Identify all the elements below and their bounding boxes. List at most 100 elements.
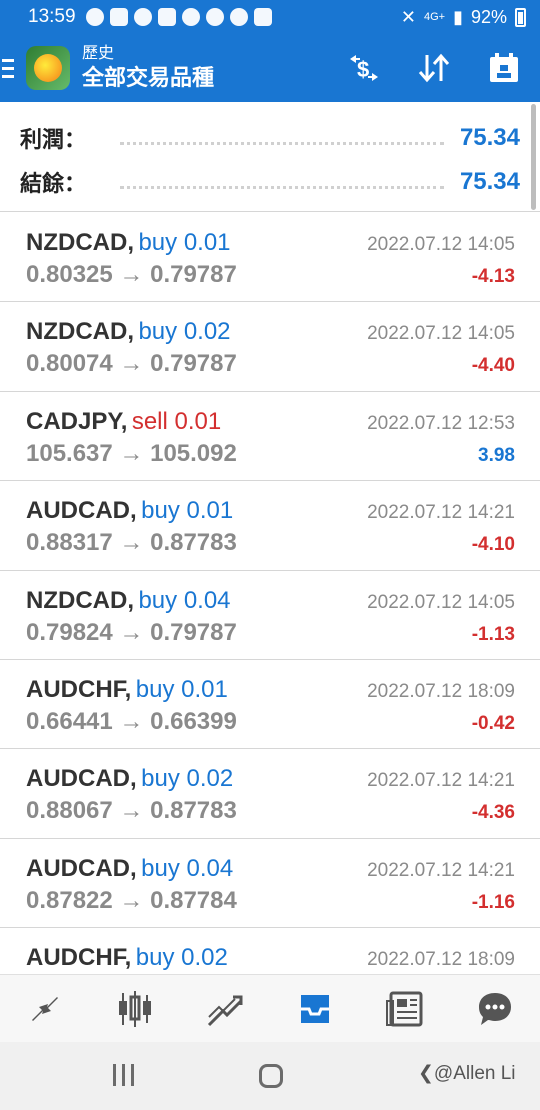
chat-icon [479,992,511,1025]
tab-trade[interactable] [195,979,255,1039]
recents-button[interactable] [108,1064,138,1088]
trade-date: 2022.07.12 18:09 [367,680,515,702]
app-bar: 歷史 全部交易品種 $ [0,34,540,102]
trade-symbol: AUDCHF, [26,944,132,972]
trade-symbol: AUDCAD, [26,497,137,525]
trade-row[interactable]: AUDCAD, buy 0.04 2022.07.12 14:21 0.87822 … [0,839,540,929]
trade-profit: 3.98 [478,444,515,466]
chat-bubble-icon [205,8,224,26]
dotted-leader [120,141,444,145]
svg-text:$: $ [357,57,369,82]
trade-row[interactable]: NZDCAD, buy 0.02 2022.07.12 14:05 0.80074 … [0,302,540,392]
google-icon [229,8,248,26]
news-icon [386,991,423,1026]
app-icon [157,8,176,26]
trade-prices: 0.79824 → 0.79787 [26,618,237,646]
trade-symbol: NZDCAD, [26,586,134,614]
signal-icon: ▮ [453,6,463,27]
notification-icons [85,8,272,26]
trade-row[interactable]: AUDCHF, buy 0.01 2022.07.12 18:09 0.66441 … [0,660,540,750]
sort-icon[interactable] [416,50,452,86]
tab-news[interactable] [375,979,435,1039]
trade-title: AUDCAD, buy 0.04 [26,855,233,883]
trade-row[interactable]: AUDCAD, buy 0.02 2022.07.12 14:21 0.88067 … [0,749,540,839]
profit-label: 利潤： [20,127,87,152]
trade-date: 2022.07.12 12:53 [367,412,515,434]
page-title[interactable]: 全部交易品種 [82,64,214,92]
trade-title: NZDCAD, buy 0.04 [26,587,231,615]
trade-symbol: CADJPY, [26,407,128,435]
history-icon [301,994,329,1023]
chart-icon [119,990,151,1027]
summary-panel: 利潤： 75.34 結餘： 75.34 [0,102,540,212]
profit-row: 利潤： 75.34 [20,116,520,160]
currency-icon[interactable]: $ [346,50,382,86]
trade-title: NZDCAD, buy 0.01 [26,229,231,257]
trade-symbol: AUDCAD, [26,765,137,793]
trade-date: 2022.07.12 14:21 [367,502,515,524]
trade-side: buy 0.02 [135,944,228,972]
trade-symbol: NZDCAD, [26,318,134,346]
back-chevron-icon[interactable]: ❮ [418,1063,434,1084]
status-bar: 13:59 ✕ 4G+ ▮ 92% [0,0,540,34]
trade-profit: -4.10 [471,534,515,556]
trade-date: 2022.07.12 14:21 [367,770,515,792]
trade-prices: 0.66441 → 0.66399 [26,707,237,735]
tab-quotes[interactable] [15,979,75,1039]
scrollbar[interactable] [531,104,536,210]
calendar-icon[interactable] [486,50,522,86]
trade-profit: -1.16 [471,891,515,913]
trade-row[interactable]: AUDCHF, buy 0.02 2022.07.12 18:09 [0,928,540,973]
trade-prices: 0.80074 → 0.79787 [26,350,237,378]
trade-side: buy 0.01 [138,229,231,256]
trade-profit: -4.13 [471,266,515,287]
trade-symbol: AUDCAD, [26,854,137,882]
trade-title: AUDCHF, buy 0.01 [26,676,228,704]
trade-row[interactable]: CADJPY, sell 0.01 2022.07.12 12:53 105.637… [0,392,540,482]
tab-chart[interactable] [105,979,165,1039]
trade-side: buy 0.02 [138,318,231,346]
menu-icon[interactable] [0,38,26,98]
image-icon [253,8,272,26]
balance-row: 結餘： 75.34 [20,160,520,204]
trade-symbol: AUDCHF, [26,675,132,703]
trade-side: buy 0.04 [138,586,231,614]
trade-date: 2022.07.12 14:21 [367,859,515,881]
trade-title: AUDCHF, buy 0.02 [26,944,228,972]
quotes-icon [32,996,58,1021]
trade-side: buy 0.01 [135,675,228,703]
trade-title: AUDCAD, buy 0.01 [26,497,233,525]
trade-title: AUDCAD, buy 0.02 [26,765,233,793]
trade-prices: 105.637 → 105.092 [26,439,237,467]
trade-profit: -4.36 [471,802,515,824]
trade-date: 2022.07.12 18:09 [367,949,515,971]
balance-label: 結餘： [20,171,87,196]
trade-profit: -4.40 [471,355,515,377]
tab-history[interactable] [285,979,345,1039]
system-status: ✕ 4G+ ▮ 92% [401,7,526,28]
trade-prices: 0.80325 → 0.79787 [26,261,237,288]
trade-list[interactable]: NZDCAD, buy 0.01 2022.07.12 14:05 0.80325 … [0,213,540,973]
trade-row[interactable]: NZDCAD, buy 0.01 2022.07.12 14:05 0.80325 … [0,213,540,303]
home-button[interactable] [259,1064,283,1088]
trade-profit: -0.42 [471,712,515,734]
app-logo[interactable] [26,46,70,90]
trade-side: buy 0.02 [141,765,234,793]
trade-prices: 0.88067 → 0.87783 [26,797,237,825]
page-subtitle: 歷史 [82,45,115,62]
trade-date: 2022.07.12 14:05 [367,591,515,613]
trade-profit: -1.13 [471,623,515,645]
trade-prices: 0.88317 → 0.87783 [26,529,237,557]
trade-side: buy 0.04 [141,854,234,882]
app-icon [181,8,200,26]
tab-chat[interactable] [465,979,525,1039]
balance-value: 75.34 [459,168,520,195]
facebook-icon [85,8,104,26]
watermark-text: @Allen Li [433,1063,516,1084]
trade-side: buy 0.01 [141,497,234,525]
checkbox-icon [109,8,128,26]
trade-row[interactable]: NZDCAD, buy 0.04 2022.07.12 14:05 0.79824 … [0,571,540,660]
trade-side: sell 0.01 [131,407,222,435]
trade-title: NZDCAD, buy 0.02 [26,318,231,346]
trade-row[interactable]: AUDCAD, buy 0.01 2022.07.12 14:21 0.88317 … [0,481,540,571]
